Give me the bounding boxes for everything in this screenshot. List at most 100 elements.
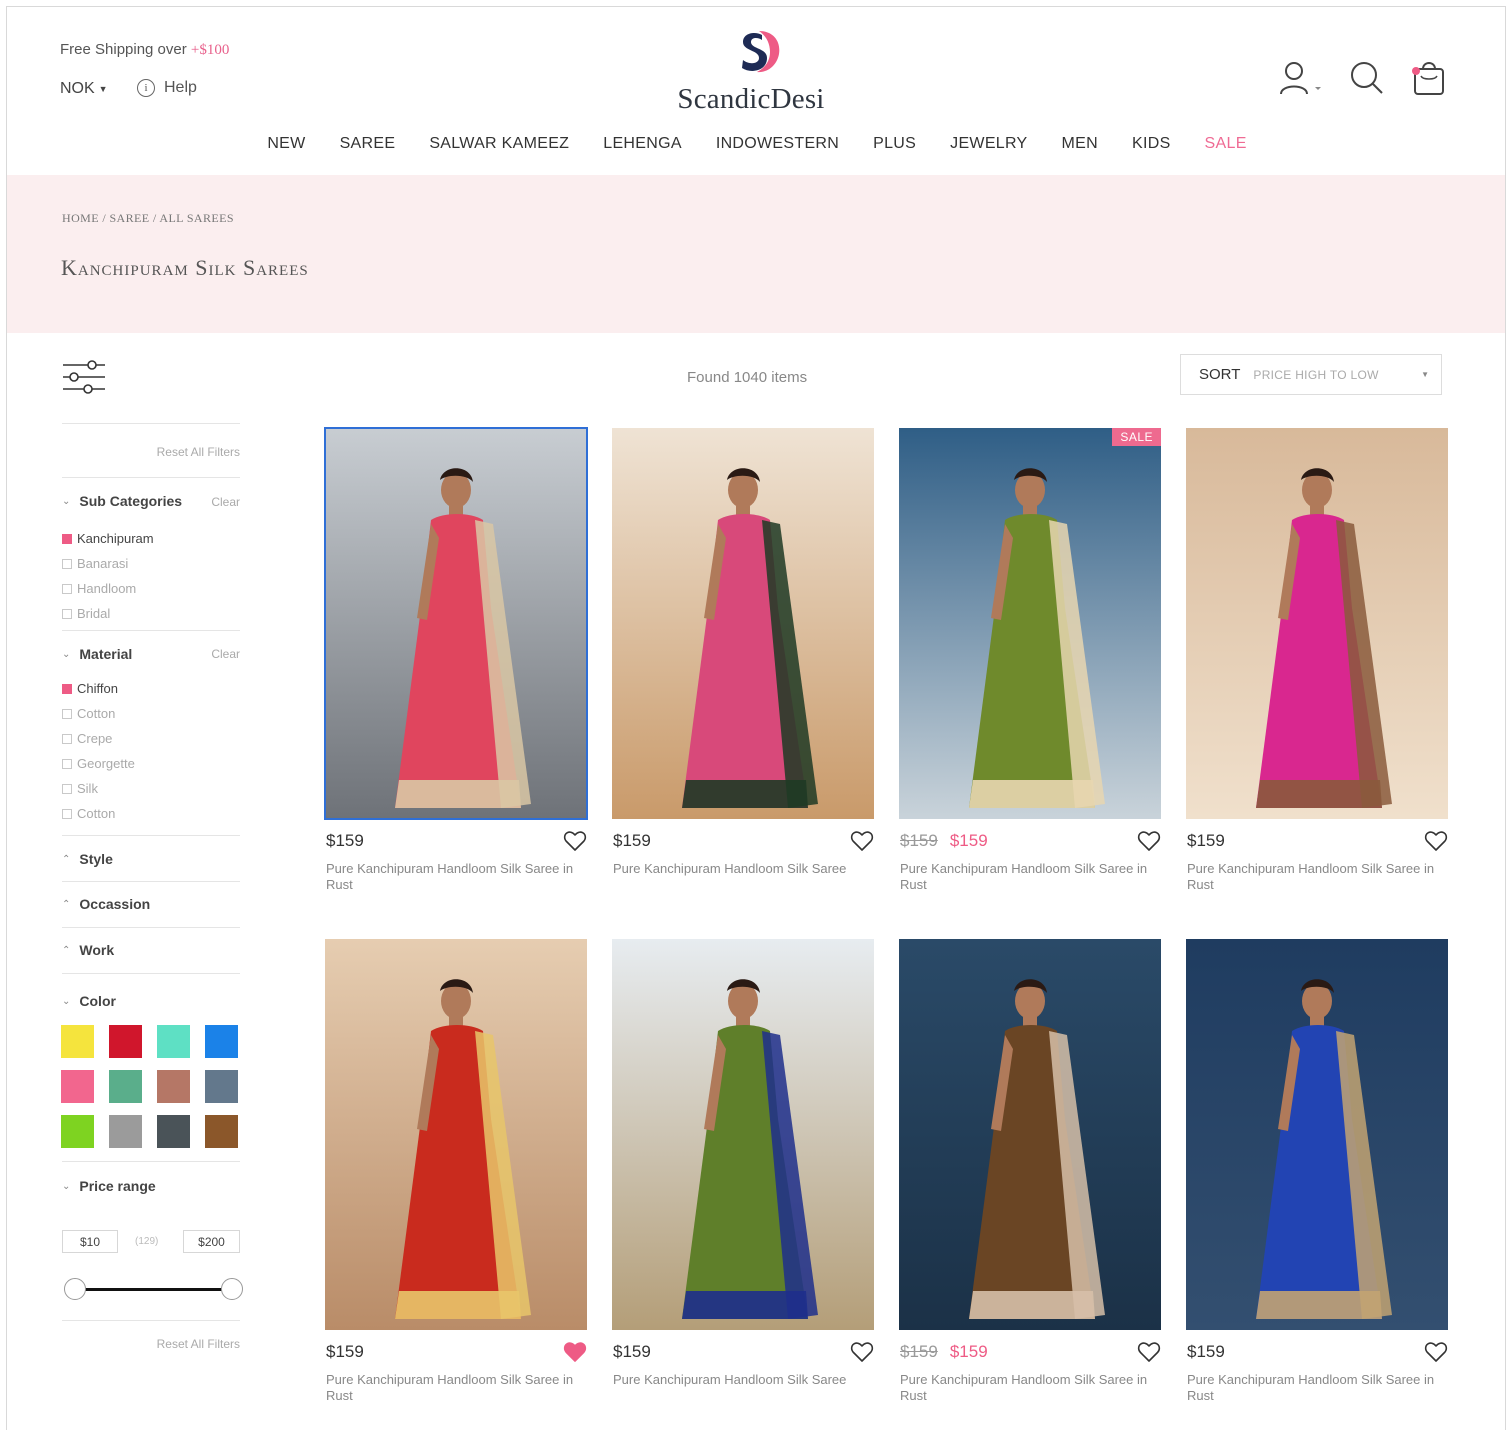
material-option[interactable]: Chiffon [62,681,118,696]
product-card[interactable]: $159 Pure Kanchipuram Handloom Silk Saree [612,939,874,1387]
checkbox[interactable] [62,583,72,594]
product-card[interactable]: $159 Pure Kanchipuram Handloom Silk Saree… [1186,939,1448,1403]
nav-item-men[interactable]: MEN [1045,135,1115,153]
sub-category-option[interactable]: Kanchipuram [62,531,154,546]
product-card[interactable]: $159 Pure Kanchipuram Handloom Silk Saree… [325,939,587,1403]
checkbox[interactable] [62,708,72,719]
reset-filters-top[interactable]: Reset All Filters [157,445,240,459]
nav-item-new[interactable]: NEW [250,135,322,153]
product-image[interactable]: SALE [899,428,1161,819]
breadcrumb-all-sarees[interactable]: ALL SAREES [159,211,234,225]
material-option[interactable]: Cotton [62,806,115,821]
nav-item-plus[interactable]: PLUS [856,135,933,153]
heart-icon[interactable] [563,829,587,858]
material-option[interactable]: Cotton [62,706,115,721]
color-swatch[interactable] [109,1115,142,1148]
nav-item-indowestern[interactable]: INDOWESTERN [699,135,856,153]
price-range-toggle[interactable]: ⌄ Price range [62,1178,156,1194]
color-swatch[interactable] [205,1115,238,1148]
color-swatch[interactable] [61,1025,94,1058]
material-toggle[interactable]: ⌄ Material [62,646,132,662]
checkbox[interactable] [62,758,72,769]
color-swatch[interactable] [157,1025,190,1058]
product-image[interactable] [324,427,588,820]
product-image[interactable] [325,939,587,1330]
price-min-input[interactable]: $10 [62,1230,118,1253]
heart-icon[interactable] [1424,829,1448,858]
checkbox-checked[interactable] [62,533,72,544]
nav-item-salwar-kameez[interactable]: SALWAR KAMEEZ [412,135,586,153]
product-image[interactable] [899,939,1161,1330]
heart-icon[interactable] [1137,829,1161,858]
heart-filled-icon[interactable] [563,1340,587,1369]
product-card[interactable]: $159 $159 Pure Kanchipuram Handloom Silk S… [899,939,1161,1403]
product-name[interactable]: Pure Kanchipuram Handloom Silk Saree in … [326,1372,588,1404]
heart-icon[interactable] [850,829,874,858]
nav-item-kids[interactable]: KIDS [1115,135,1188,153]
color-swatch[interactable] [205,1070,238,1103]
sub-category-option[interactable]: Banarasi [62,556,128,571]
reset-filters-bottom[interactable]: Reset All Filters [157,1337,240,1351]
checkbox-checked[interactable] [62,683,72,694]
product-card[interactable]: $159 Pure Kanchipuram Handloom Silk Saree… [324,427,588,892]
product-card[interactable]: $159 Pure Kanchipuram Handloom Silk Saree… [1186,428,1448,892]
sort-dropdown[interactable]: SORT PRICE HIGH TO LOW ▼ [1180,354,1442,395]
product-card[interactable]: $159 Pure Kanchipuram Handloom Silk Saree [612,428,874,876]
price-slider-min-handle[interactable] [64,1278,86,1300]
product-image[interactable] [612,939,874,1330]
heart-icon[interactable] [1424,1340,1448,1369]
brand-logo[interactable]: ScandicDesi [667,27,847,117]
account-button[interactable] [1279,60,1323,101]
material-option[interactable]: Silk [62,781,98,796]
breadcrumb-home[interactable]: HOME [62,211,99,225]
heart-icon[interactable] [850,1340,874,1369]
product-name[interactable]: Pure Kanchipuram Handloom Silk Saree [613,1372,875,1388]
product-name[interactable]: Pure Kanchipuram Handloom Silk Saree in … [326,861,588,893]
product-name[interactable]: Pure Kanchipuram Handloom Silk Saree in … [900,1372,1162,1404]
currency-selector[interactable]: NOK ▼ [60,80,108,98]
checkbox[interactable] [62,808,72,819]
color-swatch[interactable] [109,1070,142,1103]
cart-button[interactable] [1411,59,1447,102]
price-slider-track[interactable] [74,1288,232,1291]
product-image[interactable] [1186,939,1448,1330]
price-max-input[interactable]: $200 [183,1230,240,1253]
sub-category-option[interactable]: Bridal [62,606,110,621]
checkbox[interactable] [62,608,72,619]
color-swatch[interactable] [205,1025,238,1058]
nav-item-saree[interactable]: SAREE [323,135,413,153]
style-toggle[interactable]: ⌃ Style [62,851,113,867]
color-swatch[interactable] [109,1025,142,1058]
product-name[interactable]: Pure Kanchipuram Handloom Silk Saree in … [1187,1372,1449,1404]
heart-icon[interactable] [1137,1340,1161,1369]
product-name[interactable]: Pure Kanchipuram Handloom Silk Saree [613,861,875,877]
color-swatch[interactable] [157,1115,190,1148]
occasion-toggle[interactable]: ⌃ Occassion [62,896,150,912]
filter-toggle-button[interactable] [62,359,106,399]
nav-item-jewelry[interactable]: JEWELRY [933,135,1044,153]
nav-item-sale[interactable]: SALE [1188,135,1264,153]
material-option[interactable]: Crepe [62,731,112,746]
checkbox[interactable] [62,558,72,569]
checkbox[interactable] [62,783,72,794]
help-link[interactable]: i Help [137,79,197,97]
color-swatch[interactable] [61,1070,94,1103]
clear-sub-categories[interactable]: Clear [211,495,240,509]
nav-item-lehenga[interactable]: LEHENGA [586,135,699,153]
clear-material[interactable]: Clear [211,647,240,661]
product-card[interactable]: SALE $159 $159 Pure Kanchipuram Handloom Si… [899,428,1161,892]
work-toggle[interactable]: ⌃ Work [62,942,114,958]
breadcrumb-saree[interactable]: SAREE [109,211,149,225]
product-image[interactable] [1186,428,1448,819]
product-name[interactable]: Pure Kanchipuram Handloom Silk Saree in … [900,861,1162,893]
sub-category-option[interactable]: Handloom [62,581,136,596]
color-swatch[interactable] [157,1070,190,1103]
product-image[interactable] [612,428,874,819]
color-toggle[interactable]: ⌄ Color [62,993,116,1009]
search-button[interactable] [1349,60,1385,101]
checkbox[interactable] [62,733,72,744]
product-name[interactable]: Pure Kanchipuram Handloom Silk Saree in … [1187,861,1449,893]
color-swatch[interactable] [61,1115,94,1148]
price-slider-max-handle[interactable] [221,1278,243,1300]
material-option[interactable]: Georgette [62,756,135,771]
